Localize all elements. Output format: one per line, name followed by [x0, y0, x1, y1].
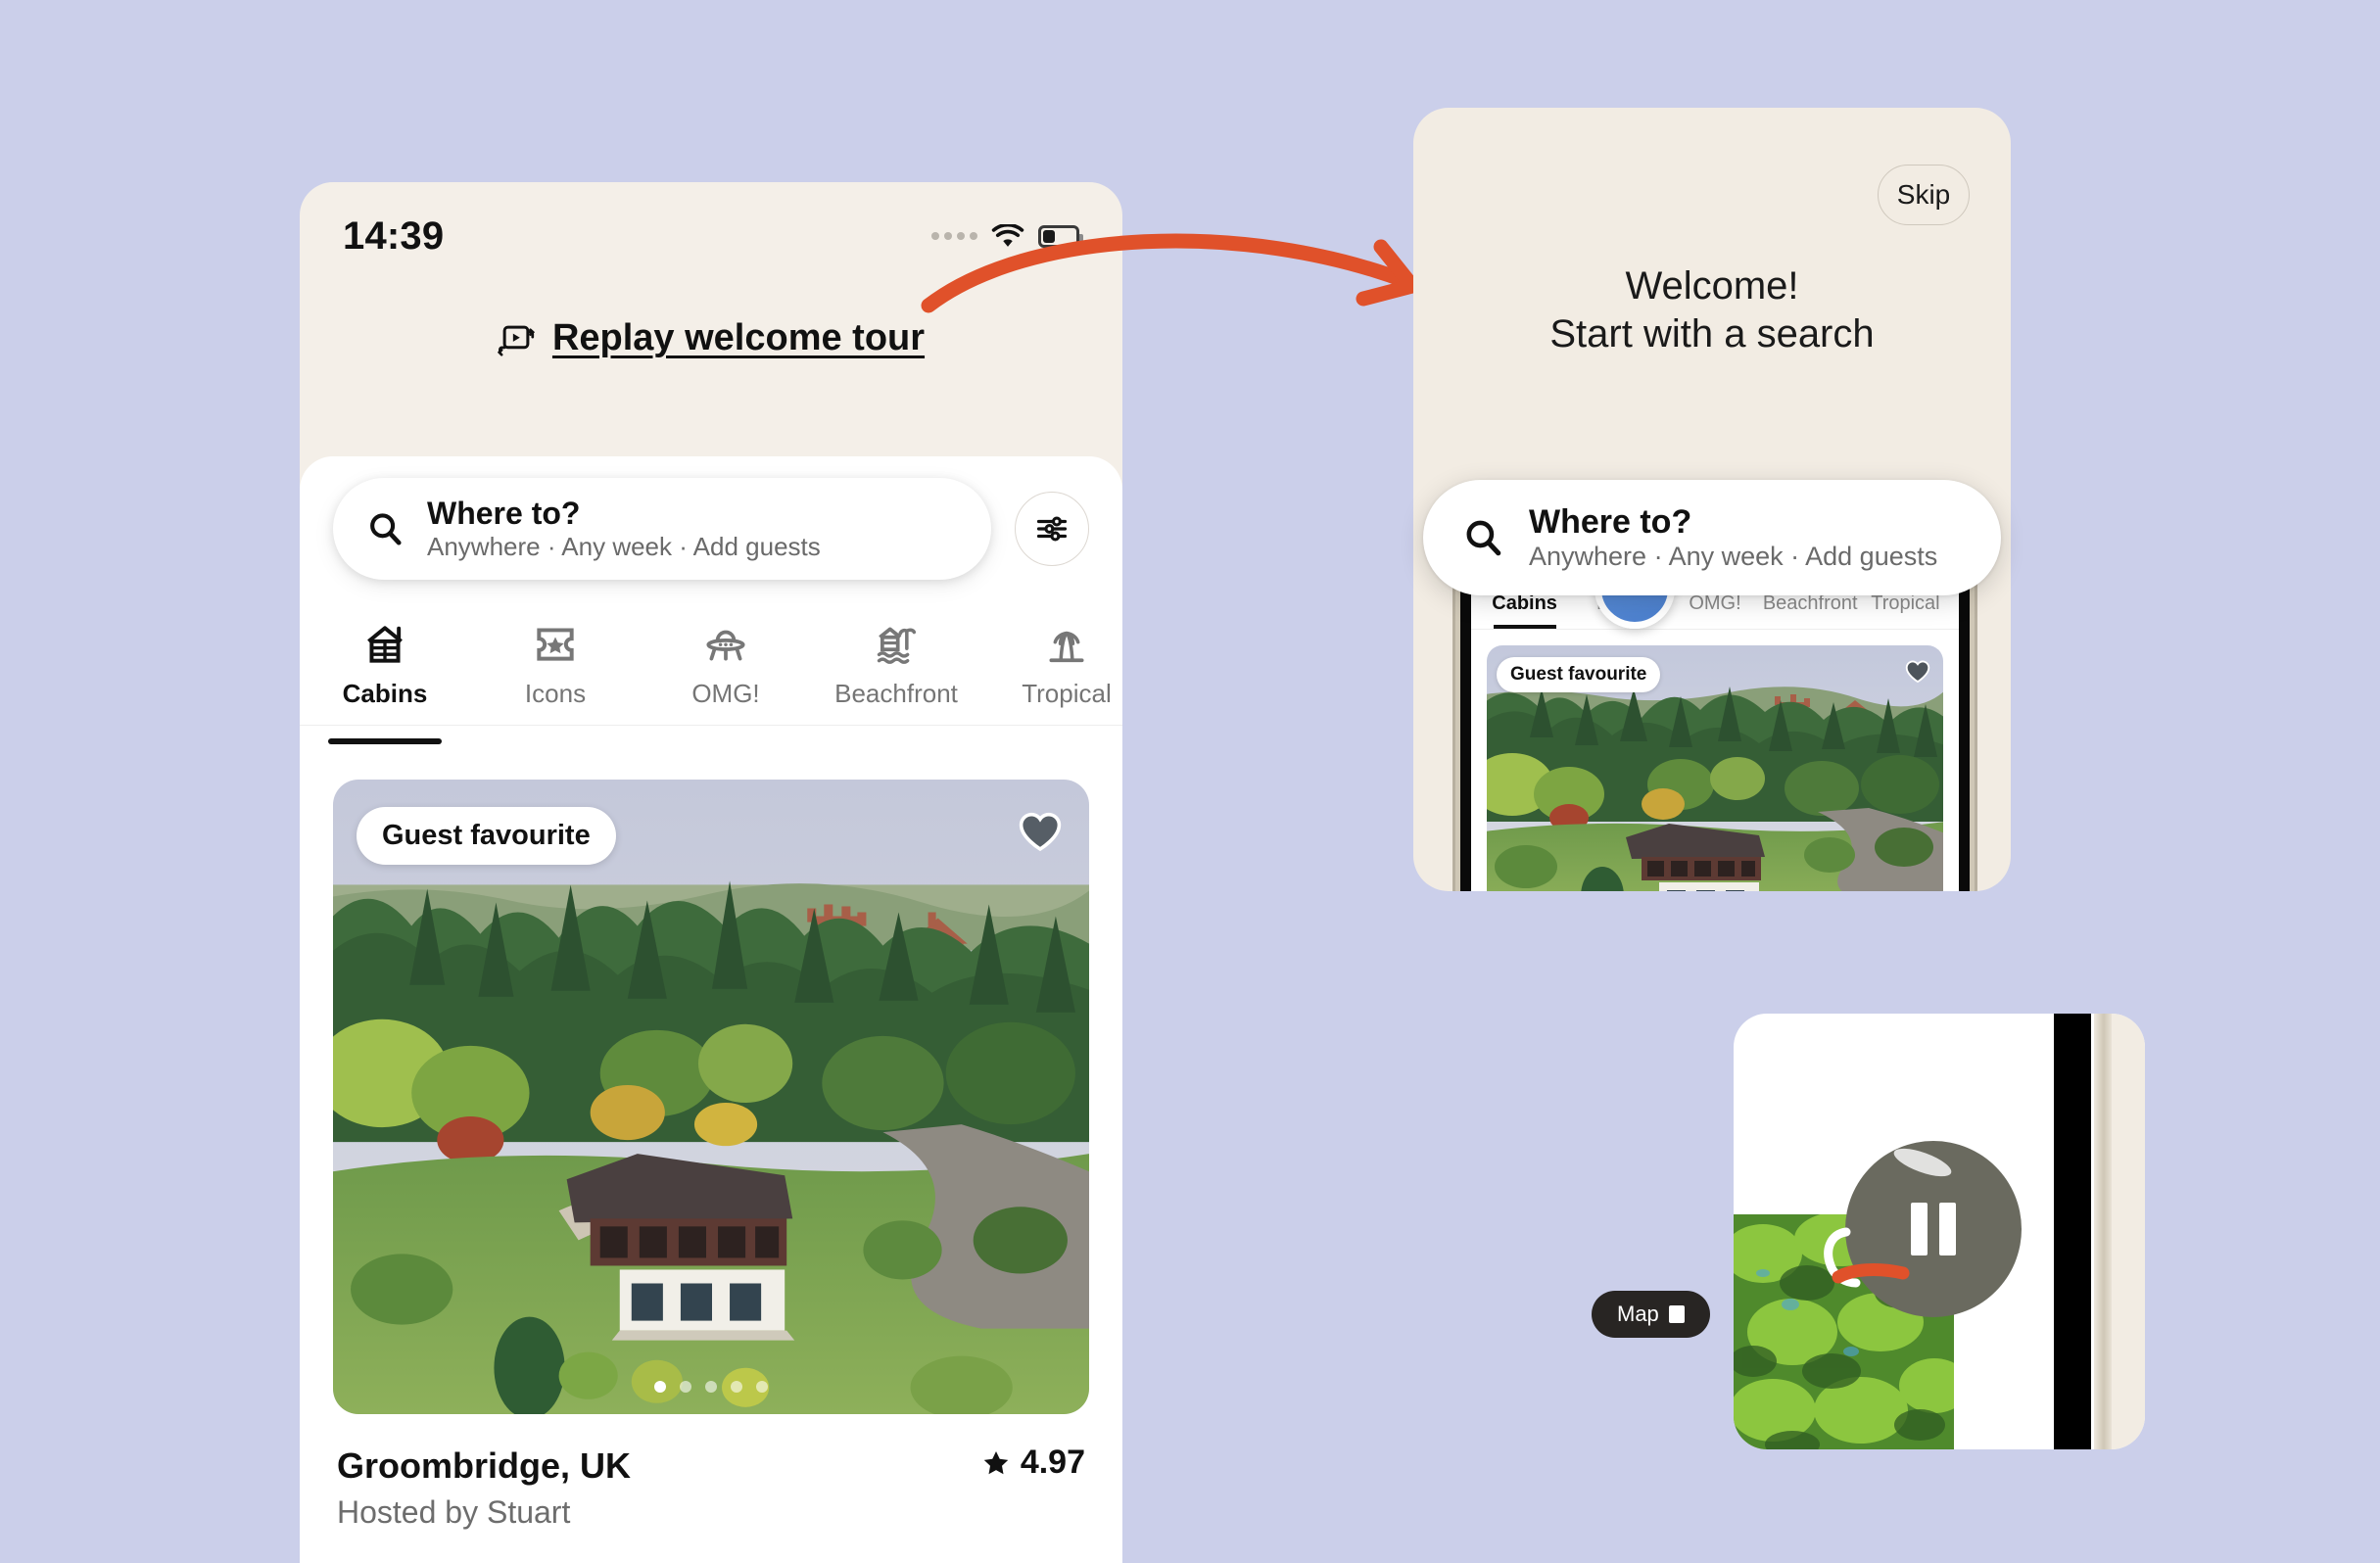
- welcome-line-1: Welcome!: [1625, 264, 1799, 308]
- palm-tree-icon: [1049, 631, 1084, 663]
- status-bar-clock: 14:39: [343, 213, 445, 258]
- guest-favourite-badge: Guest favourite: [1497, 657, 1661, 692]
- heart-icon[interactable]: [1017, 807, 1064, 854]
- listing-rating: 4.97: [981, 1444, 1085, 1482]
- floating-search-input[interactable]: Where to? Anywhere · Any week · Add gues…: [1423, 480, 2001, 595]
- tab-tropical[interactable]: Tropical: [981, 616, 1122, 709]
- guest-favourite-badge: Guest favourite: [357, 807, 616, 865]
- listing-host: Hosted by Stuart: [337, 1493, 571, 1530]
- category-tabs: Cabins Icons OMG! Beachfront Tropical: [300, 608, 1122, 744]
- filter-button[interactable]: [1015, 492, 1089, 566]
- tab-label: Cabins: [1492, 592, 1557, 614]
- search-icon: [1466, 520, 1501, 556]
- tab-beachfront[interactable]: Beachfront: [811, 616, 981, 709]
- search-subtitle: Anywhere · Any week · Add guests: [1529, 542, 1938, 572]
- welcome-heading: Welcome! Start with a search: [1413, 262, 2011, 358]
- left-phone-screenshot: 14:39 Replay welcome tour Where to? Anyw…: [300, 182, 1122, 1563]
- welcome-line-2: Start with a search: [1549, 311, 1875, 355]
- tab-label: Beachfront: [1762, 592, 1858, 614]
- map-icon: [1668, 1305, 1685, 1323]
- map-toggle-pill[interactable]: Map: [1592, 1291, 1710, 1338]
- active-tab-underline: [328, 738, 442, 744]
- listing-meta: Groombridge, UK 4.97 Hosted by Stuart: [333, 1414, 1089, 1531]
- curved-arrow: [921, 233, 1420, 313]
- replay-video-icon: [497, 325, 535, 355]
- search-title: Where to?: [427, 496, 581, 532]
- tab-label: OMG!: [1689, 592, 1741, 614]
- rating-value: 4.97: [1020, 1444, 1085, 1481]
- phone-tab-omg[interactable]: OMG!: [1667, 577, 1762, 615]
- aerial-property-photo: [333, 780, 1089, 1414]
- ticket-star-icon: [537, 628, 574, 661]
- glint-highlight: [1890, 1143, 1955, 1182]
- pip-phone-edge: [2094, 1014, 2114, 1449]
- search-title: Where to?: [1529, 502, 1692, 541]
- tab-cabins[interactable]: Cabins: [300, 616, 470, 744]
- phone-tab-cabins[interactable]: Cabins: [1477, 577, 1572, 615]
- pause-icon: [1911, 1203, 1956, 1255]
- search-icon: [370, 513, 402, 545]
- heart-icon[interactable]: [1904, 657, 1931, 685]
- tab-label: Cabins: [342, 679, 428, 708]
- tab-label: OMG!: [691, 679, 760, 708]
- carousel-dots[interactable]: [654, 1381, 768, 1393]
- replay-welcome-tour-label: Replay welcome tour: [551, 317, 926, 358]
- pip-phone-bezel: [2054, 1014, 2091, 1449]
- tab-label: Beachfront: [834, 679, 958, 708]
- beach-hut-icon: [877, 627, 917, 664]
- tab-label: Tropical: [1022, 679, 1112, 708]
- ufo-icon: [706, 630, 745, 661]
- listing-title: Groombridge, UK: [337, 1445, 632, 1486]
- phone-listing-list: Guest favourite Groombridge, UK Hosted b…: [1471, 630, 1959, 891]
- cabin-icon: [367, 626, 403, 663]
- search-input[interactable]: Where to? Anywhere · Any week · Add gues…: [333, 478, 991, 580]
- listing-photo[interactable]: Guest favourite: [333, 780, 1089, 1414]
- phone-tab-beachfront[interactable]: Beachfront: [1762, 577, 1858, 615]
- search-subtitle: Anywhere · Any week · Add guests: [427, 531, 821, 561]
- tab-label: Tropical: [1871, 592, 1940, 614]
- filter-sliders-icon: [1036, 516, 1068, 542]
- phone-tab-tropical[interactable]: Tropical: [1858, 577, 1953, 615]
- tab-label: Icons: [524, 679, 587, 708]
- skip-button[interactable]: Skip: [1878, 165, 1970, 225]
- tab-icons[interactable]: Icons: [470, 616, 641, 709]
- phone-listing-photo[interactable]: Guest favourite: [1487, 645, 1943, 891]
- star-icon: [983, 1450, 1009, 1474]
- left-app-sheet: Where to? Anywhere · Any week · Add gues…: [300, 456, 1122, 1563]
- pointer-cursor-icon: [1824, 1227, 1910, 1288]
- search-row: Where to? Anywhere · Any week · Add gues…: [333, 478, 1089, 580]
- listing-card[interactable]: Guest favourite Groombridge, UK 4.97 Hos…: [333, 780, 1089, 1563]
- pip-card-background: [2112, 1014, 2145, 1449]
- map-pill-label: Map: [1617, 1302, 1659, 1326]
- tab-omg[interactable]: OMG!: [641, 616, 811, 709]
